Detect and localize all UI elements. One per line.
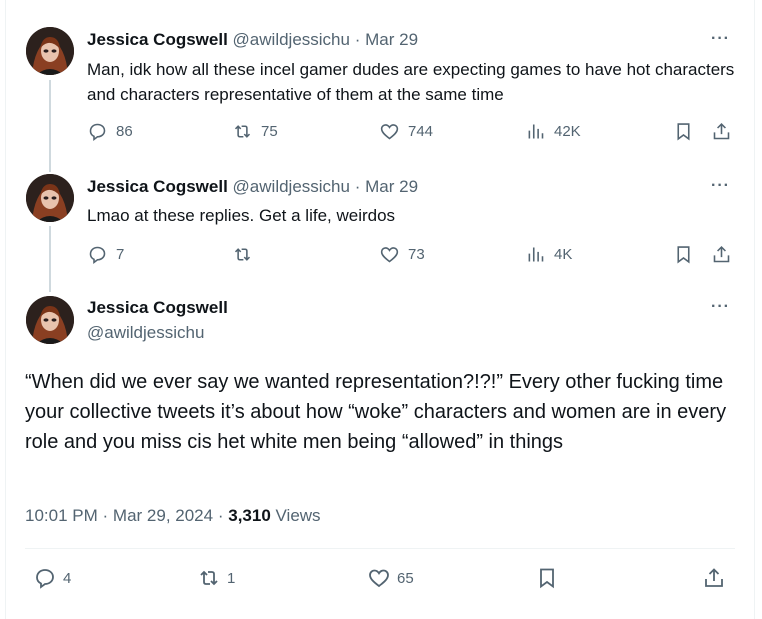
like-button[interactable]: 744 bbox=[379, 121, 433, 142]
tweet-date[interactable]: Mar 29, 2024 bbox=[113, 506, 213, 525]
avatar[interactable] bbox=[26, 174, 74, 222]
bookmark-icon bbox=[540, 568, 554, 589]
share-button[interactable] bbox=[711, 121, 732, 142]
like-button[interactable]: 73 bbox=[379, 244, 425, 265]
tweet-text: Lmao at these replies. Get a life, weird… bbox=[87, 206, 396, 225]
reply-count: 86 bbox=[116, 123, 133, 140]
share-icon bbox=[713, 245, 730, 263]
author-handle[interactable]: @awildjessichu bbox=[233, 177, 350, 196]
avatar[interactable] bbox=[26, 296, 74, 344]
author-name[interactable]: Jessica Cogswell bbox=[87, 298, 228, 318]
more-icon[interactable]: ··· bbox=[711, 30, 730, 48]
thread-line bbox=[49, 226, 51, 292]
more-icon[interactable]: ··· bbox=[711, 298, 730, 316]
tweet-actions: 7 73 4K bbox=[87, 244, 747, 268]
separator: · bbox=[354, 30, 361, 49]
tweet-text: Man, idk how all these incel gamer dudes… bbox=[87, 60, 735, 104]
divider bbox=[25, 548, 735, 549]
tweet-header: Jessica Cogswell @awildjessichu · Mar 29 bbox=[87, 177, 418, 197]
views-button[interactable]: 42K bbox=[525, 121, 581, 142]
thread-line bbox=[49, 80, 51, 172]
tweet-date[interactable]: Mar 29 bbox=[365, 177, 418, 196]
reply-count: 7 bbox=[116, 246, 125, 263]
separator: · bbox=[102, 506, 109, 525]
bookmark-button[interactable] bbox=[535, 566, 559, 590]
share-icon bbox=[713, 122, 730, 140]
retweet-count: 75 bbox=[261, 123, 278, 140]
tweet-actions: 86 75 744 42K bbox=[87, 121, 747, 145]
retweet-button[interactable]: 1 bbox=[197, 566, 235, 590]
tweet-meta: 10:01 PM · Mar 29, 2024 · 3,310 Views bbox=[25, 506, 321, 526]
tweet-time[interactable]: 10:01 PM bbox=[25, 506, 98, 525]
like-button[interactable]: 65 bbox=[367, 566, 414, 590]
reply-button[interactable]: 4 bbox=[33, 566, 71, 590]
like-icon bbox=[380, 247, 399, 263]
reply-icon bbox=[89, 246, 106, 264]
separator: · bbox=[354, 177, 361, 196]
retweet-icon bbox=[200, 570, 218, 586]
like-icon bbox=[369, 569, 389, 588]
like-icon bbox=[380, 124, 399, 140]
tweet-text: “When did we ever say we wanted represen… bbox=[25, 371, 727, 453]
separator: · bbox=[217, 506, 224, 525]
like-count: 65 bbox=[397, 569, 414, 587]
retweet-button[interactable]: 75 bbox=[232, 121, 278, 142]
reply-icon bbox=[36, 569, 54, 589]
share-button[interactable] bbox=[711, 244, 732, 265]
bookmark-icon bbox=[677, 123, 690, 141]
like-count: 744 bbox=[408, 123, 434, 140]
retweet-button[interactable] bbox=[232, 244, 261, 265]
reply-icon bbox=[89, 123, 106, 141]
bookmark-button[interactable] bbox=[673, 121, 694, 142]
views-label: Views bbox=[275, 506, 321, 525]
views-button[interactable]: 4K bbox=[525, 244, 572, 265]
author-name[interactable]: Jessica Cogswell bbox=[87, 177, 228, 196]
author-name[interactable]: Jessica Cogswell bbox=[87, 30, 228, 49]
tweet-header: Jessica Cogswell @awildjessichu · Mar 29 bbox=[87, 30, 418, 50]
views-count: 3,310 bbox=[228, 506, 271, 525]
avatar[interactable] bbox=[26, 27, 74, 75]
views-count: 4K bbox=[554, 246, 573, 263]
tweet-date[interactable]: Mar 29 bbox=[365, 30, 418, 49]
reply-button[interactable]: 7 bbox=[87, 244, 124, 265]
bookmark-button[interactable] bbox=[673, 244, 694, 265]
author-handle[interactable]: @awildjessichu bbox=[233, 30, 350, 49]
retweet-icon bbox=[234, 125, 251, 138]
retweet-icon bbox=[234, 248, 251, 261]
tweet-actions: 4 1 65 bbox=[25, 566, 735, 592]
author-handle[interactable]: @awildjessichu bbox=[87, 323, 204, 343]
share-icon bbox=[705, 568, 723, 587]
views-icon bbox=[528, 124, 544, 139]
reply-count: 4 bbox=[63, 569, 72, 587]
more-icon[interactable]: ··· bbox=[711, 177, 730, 195]
share-button[interactable] bbox=[702, 566, 726, 590]
reply-button[interactable]: 86 bbox=[87, 121, 133, 142]
like-count: 73 bbox=[408, 246, 425, 263]
views-icon bbox=[528, 247, 544, 262]
bookmark-icon bbox=[677, 246, 690, 264]
retweet-count: 1 bbox=[227, 569, 236, 587]
views-count: 42K bbox=[554, 123, 581, 140]
